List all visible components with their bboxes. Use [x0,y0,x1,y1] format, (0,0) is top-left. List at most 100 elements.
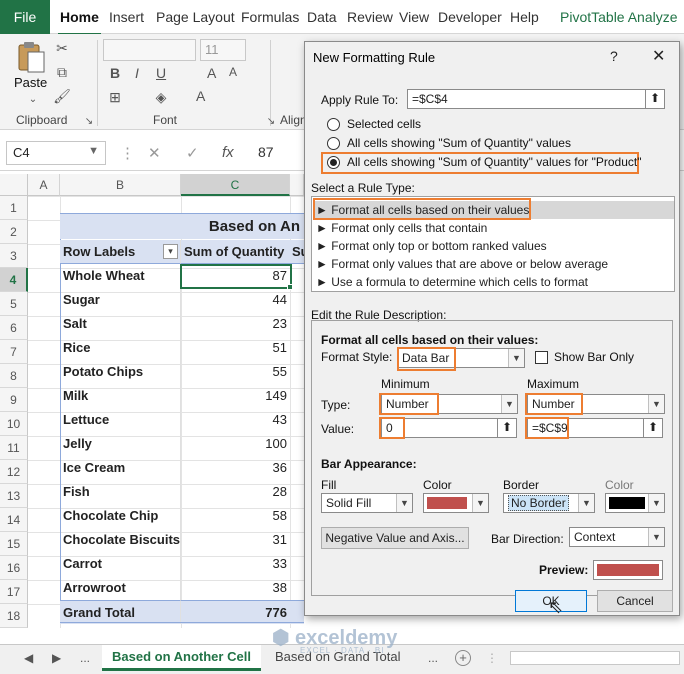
row-header-6[interactable]: 6 [0,316,28,340]
tab-view[interactable]: View [399,9,429,25]
pivot-title[interactable]: Based on An [60,213,304,239]
tab-formulas[interactable]: Formulas [241,9,299,25]
underline-icon[interactable]: U [156,65,166,81]
cancel-icon[interactable]: ✕ [148,144,161,162]
pivot-row-label[interactable]: Potato Chips [60,360,181,384]
pivot-row-label[interactable]: Milk [60,384,181,408]
sheet-tab-based-on-another-cell[interactable]: Based on Another Cell [102,645,261,671]
formula-input[interactable]: 87 [252,141,312,165]
radio-label-selected-cells[interactable]: Selected cells [347,117,421,131]
pivot-row-label[interactable]: Jelly [60,432,181,456]
borders-icon[interactable]: ⊞ [106,88,124,106]
tab-file[interactable]: File [0,0,50,34]
chevron-down-icon[interactable]: ⌄ [24,91,42,109]
row-header-9[interactable]: 9 [0,388,28,412]
chevron-down-icon[interactable]: ▼ [508,349,524,367]
tab-page-layout[interactable]: Page Layout [156,9,235,25]
fill-handle[interactable] [287,284,293,290]
format-painter-icon[interactable]: 🖌 [53,87,71,105]
row-header-8[interactable]: 8 [0,364,28,388]
tab-developer[interactable]: Developer [438,9,502,25]
grow-font-icon[interactable]: A [207,65,216,81]
collapse-range-icon[interactable]: ⬆ [643,418,663,438]
column-header-d[interactable] [290,174,304,196]
tab-pivottable-analyze[interactable]: PivotTable Analyze [560,9,678,25]
row-header-11[interactable]: 11 [0,436,28,460]
horizontal-scrollbar[interactable] [510,651,680,665]
pivot-row-value[interactable]: 33 [181,552,290,576]
pivot-row-value[interactable]: 31 [181,528,290,552]
row-header-7[interactable]: 7 [0,340,28,364]
shrink-font-icon[interactable]: A [229,65,237,79]
rule-type-top-bottom[interactable]: ► Format only top or bottom ranked value… [316,237,547,255]
fill-color-picker[interactable]: ▼ [423,493,489,513]
pivot-header-extra[interactable]: Su [290,240,304,264]
pivot-row-value[interactable]: 55 [181,360,290,384]
tab-help[interactable]: Help [510,9,539,25]
sheet-more-right[interactable]: ... [428,651,438,665]
active-cell-outline[interactable] [180,264,292,289]
chevron-down-icon[interactable]: ▼ [648,494,664,512]
pivot-row-label[interactable]: Chocolate Chip [60,504,181,528]
negative-value-axis-button[interactable]: Negative Value and Axis... [321,527,469,549]
cancel-button[interactable]: Cancel [597,590,673,612]
tab-insert[interactable]: Insert [109,9,144,25]
collapse-range-icon[interactable]: ⬆ [645,89,665,109]
pivot-row-value[interactable]: 38 [181,576,290,600]
row-header-18[interactable]: 18 [0,604,28,628]
row-header-1[interactable]: 1 [0,196,28,220]
border-color-picker[interactable]: ▼ [605,493,665,513]
radio-all-cells[interactable] [327,137,340,150]
fill-type-dropdown[interactable]: Solid Fill ▼ [321,493,413,513]
radio-label-all-cells[interactable]: All cells showing "Sum of Quantity" valu… [347,136,571,150]
filter-dropdown-icon[interactable]: ▾ [163,244,178,259]
chevron-down-icon[interactable]: ▼ [578,494,594,512]
pivot-row-label[interactable]: Lettuce [60,408,181,432]
pivot-row-value[interactable]: 43 [181,408,290,432]
radio-all-cells-for-product[interactable] [327,156,340,169]
pivot-row-value[interactable]: 149 [181,384,290,408]
pivot-row-label[interactable]: Carrot [60,552,181,576]
pivot-row-value[interactable]: 100 [181,432,290,456]
fill-color-icon[interactable]: ◈ [152,88,170,106]
tab-review[interactable]: Review [347,9,393,25]
chevron-down-icon[interactable]: ▼ [648,395,664,413]
bar-direction-dropdown[interactable]: Context ▼ [569,527,665,547]
column-header-a[interactable]: A [28,174,60,196]
rule-type-above-below[interactable]: ► Format only values that are above or b… [316,255,608,273]
apply-rule-to-input[interactable]: =$C$4 [407,89,647,109]
pivot-row-label[interactable]: Rice [60,336,181,360]
font-size-box[interactable]: 11 [200,39,246,61]
rule-type-formula[interactable]: ► Use a formula to determine which cells… [316,273,588,291]
pivot-row-value[interactable]: 36 [181,456,290,480]
row-header-3[interactable]: 3 [0,244,28,268]
chevron-down-icon[interactable]: ▼ [88,145,99,157]
row-header-5[interactable]: 5 [0,292,28,316]
copy-icon[interactable]: ⧉ [53,63,71,81]
pivot-row-value[interactable]: 28 [181,480,290,504]
rule-type-contain[interactable]: ► Format only cells that contain [316,219,487,237]
row-header-4[interactable]: 4 [0,268,28,292]
chevron-down-icon[interactable]: ▼ [472,494,488,512]
enter-icon[interactable]: ✓ [186,144,199,162]
grand-total-value[interactable]: 776 [181,600,290,624]
font-name-box[interactable] [103,39,196,61]
column-header-b[interactable]: B [60,174,181,196]
radio-selected-cells[interactable] [327,118,340,131]
pivot-row-label[interactable]: Fish [60,480,181,504]
cut-icon[interactable]: ✂ [53,39,71,57]
help-icon[interactable]: ? [610,48,618,64]
pivot-row-label[interactable]: Arrowroot [60,576,181,600]
row-header-2[interactable]: 2 [0,220,28,244]
paste-label[interactable]: Paste [14,75,47,90]
chevron-down-icon[interactable]: ▼ [501,395,517,413]
chevron-down-icon[interactable]: ▼ [648,528,664,546]
border-type-dropdown[interactable]: No Border ▼ [503,493,595,513]
show-bar-only-checkbox[interactable] [535,351,548,364]
name-box[interactable]: C4 ▼ [6,141,106,165]
pivot-row-value[interactable]: 58 [181,504,290,528]
tab-home[interactable]: Home [58,9,101,36]
close-icon[interactable]: ✕ [652,46,665,66]
tab-data[interactable]: Data [307,9,337,25]
pivot-row-value[interactable]: 23 [181,312,290,336]
